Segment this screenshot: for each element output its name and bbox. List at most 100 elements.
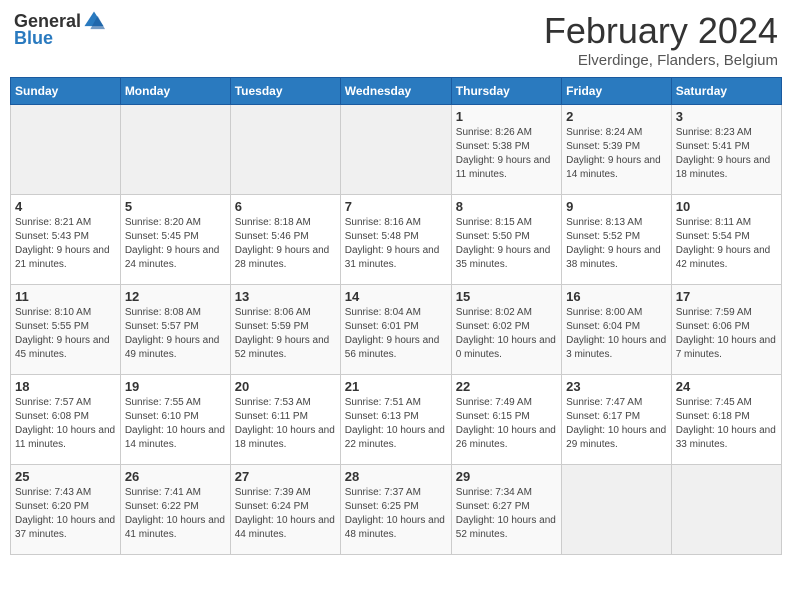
calendar-cell: [671, 465, 781, 555]
day-number: 10: [676, 199, 777, 214]
weekday-header-tuesday: Tuesday: [230, 78, 340, 105]
calendar-cell: 16 Sunrise: 8:00 AM Sunset: 6:04 PM Dayli…: [562, 285, 672, 375]
calendar-cell: 21 Sunrise: 7:51 AM Sunset: 6:13 PM Dayli…: [340, 375, 451, 465]
day-info: Sunrise: 8:04 AM Sunset: 6:01 PM Dayligh…: [345, 306, 447, 362]
day-info: Sunrise: 7:55 AM Sunset: 6:10 PM Dayligh…: [125, 396, 226, 452]
day-info: Sunrise: 7:45 AM Sunset: 6:18 PM Dayligh…: [676, 396, 777, 452]
day-info: Sunrise: 7:37 AM Sunset: 6:25 PM Dayligh…: [345, 486, 447, 542]
day-info: Sunrise: 7:47 AM Sunset: 6:17 PM Dayligh…: [566, 396, 667, 452]
day-number: 2: [566, 109, 667, 124]
day-number: 9: [566, 199, 667, 214]
day-number: 25: [15, 469, 116, 484]
calendar-cell: 9 Sunrise: 8:13 AM Sunset: 5:52 PM Daylig…: [562, 195, 672, 285]
day-number: 28: [345, 469, 447, 484]
day-number: 27: [235, 469, 336, 484]
day-info: Sunrise: 8:13 AM Sunset: 5:52 PM Dayligh…: [566, 216, 667, 272]
calendar-cell: 8Sunrise: 8:15 AM Sunset: 5:50 PM Daylig…: [451, 195, 561, 285]
location-subtitle: Elverdinge, Flanders, Belgium: [544, 52, 778, 69]
month-title: February 2024: [544, 10, 778, 52]
day-info: Sunrise: 7:41 AM Sunset: 6:22 PM Dayligh…: [125, 486, 226, 542]
day-info: Sunrise: 8:16 AM Sunset: 5:48 PM Dayligh…: [345, 216, 447, 272]
day-number: 4: [15, 199, 116, 214]
calendar-cell: 26 Sunrise: 7:41 AM Sunset: 6:22 PM Dayli…: [120, 465, 230, 555]
day-info: Sunrise: 8:06 AM Sunset: 5:59 PM Dayligh…: [235, 306, 336, 362]
calendar-cell: 13 Sunrise: 8:06 AM Sunset: 5:59 PM Dayli…: [230, 285, 340, 375]
calendar-cell: 25 Sunrise: 7:43 AM Sunset: 6:20 PM Dayli…: [11, 465, 121, 555]
day-info: Sunrise: 8:00 AM Sunset: 6:04 PM Dayligh…: [566, 306, 667, 362]
day-number: 15: [456, 289, 557, 304]
calendar-cell: 15 Sunrise: 8:02 AM Sunset: 6:02 PM Dayli…: [451, 285, 561, 375]
day-number: 23: [566, 379, 667, 394]
day-info: Sunrise: 7:43 AM Sunset: 6:20 PM Dayligh…: [15, 486, 116, 542]
calendar-week-3: 11 Sunrise: 8:10 AM Sunset: 5:55 PM Dayli…: [11, 285, 782, 375]
calendar-cell: 23 Sunrise: 7:47 AM Sunset: 6:17 PM Dayli…: [562, 375, 672, 465]
calendar-week-2: 4Sunrise: 8:21 AM Sunset: 5:43 PM Daylig…: [11, 195, 782, 285]
calendar-cell: 6 Sunrise: 8:18 AM Sunset: 5:46 PM Daylig…: [230, 195, 340, 285]
day-number: 17: [676, 289, 777, 304]
calendar-cell: 3 Sunrise: 8:23 AM Sunset: 5:41 PM Daylig…: [671, 105, 781, 195]
calendar-week-4: 18 Sunrise: 7:57 AM Sunset: 6:08 PM Dayli…: [11, 375, 782, 465]
weekday-header-wednesday: Wednesday: [340, 78, 451, 105]
day-number: 7: [345, 199, 447, 214]
weekday-header-friday: Friday: [562, 78, 672, 105]
day-number: 20: [235, 379, 336, 394]
logo-blue: Blue: [14, 28, 53, 49]
day-info: Sunrise: 7:49 AM Sunset: 6:15 PM Dayligh…: [456, 396, 557, 452]
day-info: Sunrise: 7:57 AM Sunset: 6:08 PM Dayligh…: [15, 396, 116, 452]
calendar-cell: 11 Sunrise: 8:10 AM Sunset: 5:55 PM Dayli…: [11, 285, 121, 375]
day-info: Sunrise: 8:24 AM Sunset: 5:39 PM Dayligh…: [566, 126, 667, 182]
calendar-header-row: SundayMondayTuesdayWednesdayThursdayFrid…: [11, 78, 782, 105]
day-number: 3: [676, 109, 777, 124]
calendar-cell: 27 Sunrise: 7:39 AM Sunset: 6:24 PM Dayli…: [230, 465, 340, 555]
day-number: 6: [235, 199, 336, 214]
day-number: 18: [15, 379, 116, 394]
day-number: 12: [125, 289, 226, 304]
calendar-cell: 28 Sunrise: 7:37 AM Sunset: 6:25 PM Dayli…: [340, 465, 451, 555]
day-number: 21: [345, 379, 447, 394]
day-info: Sunrise: 7:39 AM Sunset: 6:24 PM Dayligh…: [235, 486, 336, 542]
day-info: Sunrise: 7:34 AM Sunset: 6:27 PM Dayligh…: [456, 486, 557, 542]
day-number: 5: [125, 199, 226, 214]
calendar-cell: 10 Sunrise: 8:11 AM Sunset: 5:54 PM Dayli…: [671, 195, 781, 285]
calendar-table: SundayMondayTuesdayWednesdayThursdayFrid…: [10, 77, 782, 555]
logo-icon: [83, 10, 105, 32]
calendar-cell: 24 Sunrise: 7:45 AM Sunset: 6:18 PM Dayli…: [671, 375, 781, 465]
calendar-week-5: 25 Sunrise: 7:43 AM Sunset: 6:20 PM Dayli…: [11, 465, 782, 555]
day-number: 8: [456, 199, 557, 214]
day-info: Sunrise: 8:11 AM Sunset: 5:54 PM Dayligh…: [676, 216, 777, 272]
title-area: February 2024 Elverdinge, Flanders, Belg…: [544, 10, 778, 69]
day-number: 16: [566, 289, 667, 304]
day-number: 19: [125, 379, 226, 394]
day-info: Sunrise: 8:02 AM Sunset: 6:02 PM Dayligh…: [456, 306, 557, 362]
day-info: Sunrise: 7:59 AM Sunset: 6:06 PM Dayligh…: [676, 306, 777, 362]
weekday-header-thursday: Thursday: [451, 78, 561, 105]
day-info: Sunrise: 8:10 AM Sunset: 5:55 PM Dayligh…: [15, 306, 116, 362]
day-number: 29: [456, 469, 557, 484]
weekday-header-sunday: Sunday: [11, 78, 121, 105]
day-number: 26: [125, 469, 226, 484]
day-info: Sunrise: 8:18 AM Sunset: 5:46 PM Dayligh…: [235, 216, 336, 272]
calendar-week-1: 1 Sunrise: 8:26 AM Sunset: 5:38 PM Daylig…: [11, 105, 782, 195]
calendar-cell: 29 Sunrise: 7:34 AM Sunset: 6:27 PM Dayli…: [451, 465, 561, 555]
page-header: General Blue February 2024 Elverdinge, F…: [10, 10, 782, 69]
day-info: Sunrise: 8:26 AM Sunset: 5:38 PM Dayligh…: [456, 126, 557, 182]
calendar-cell: 12Sunrise: 8:08 AM Sunset: 5:57 PM Dayli…: [120, 285, 230, 375]
day-number: 1: [456, 109, 557, 124]
calendar-cell: [120, 105, 230, 195]
day-info: Sunrise: 7:51 AM Sunset: 6:13 PM Dayligh…: [345, 396, 447, 452]
calendar-cell: 1 Sunrise: 8:26 AM Sunset: 5:38 PM Daylig…: [451, 105, 561, 195]
calendar-cell: 14Sunrise: 8:04 AM Sunset: 6:01 PM Dayli…: [340, 285, 451, 375]
calendar-cell: 5 Sunrise: 8:20 AM Sunset: 5:45 PM Daylig…: [120, 195, 230, 285]
day-info: Sunrise: 8:23 AM Sunset: 5:41 PM Dayligh…: [676, 126, 777, 182]
calendar-cell: 18 Sunrise: 7:57 AM Sunset: 6:08 PM Dayli…: [11, 375, 121, 465]
day-info: Sunrise: 7:53 AM Sunset: 6:11 PM Dayligh…: [235, 396, 336, 452]
day-info: Sunrise: 8:20 AM Sunset: 5:45 PM Dayligh…: [125, 216, 226, 272]
calendar-cell: [340, 105, 451, 195]
day-number: 13: [235, 289, 336, 304]
calendar-cell: [11, 105, 121, 195]
calendar-cell: 4Sunrise: 8:21 AM Sunset: 5:43 PM Daylig…: [11, 195, 121, 285]
day-number: 11: [15, 289, 116, 304]
logo: General Blue: [14, 10, 105, 49]
day-number: 24: [676, 379, 777, 394]
calendar-cell: [562, 465, 672, 555]
